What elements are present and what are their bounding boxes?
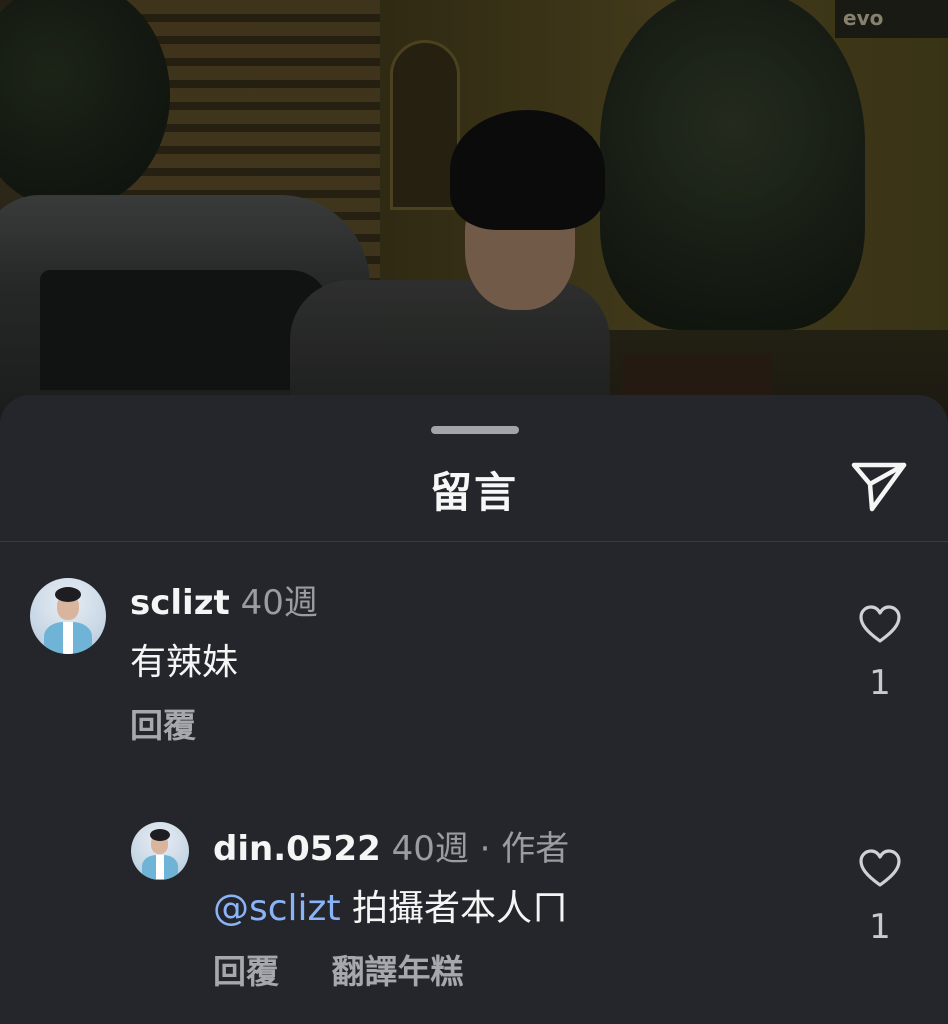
comment-text: 有辣妹 — [130, 642, 239, 683]
heart-outline-icon[interactable] — [858, 605, 902, 645]
comment-time: 40週 — [240, 583, 318, 623]
comment-item: sclizt 40週 有辣妹 回覆 1 — [0, 575, 948, 765]
author-tag: · 作者 — [479, 829, 570, 869]
heart-outline-icon[interactable] — [858, 849, 902, 889]
like-count: 1 — [869, 663, 891, 703]
avatar[interactable] — [30, 578, 106, 654]
dim-overlay — [0, 0, 948, 420]
comment-actions: 回覆 — [130, 699, 238, 747]
header-divider — [0, 541, 948, 542]
comment-text-line: @sclizt 拍攝者本人ㄇ — [213, 879, 568, 931]
sheet-title: 留言 — [429, 468, 518, 517]
comments-sheet: 留言 sclizt 40週 有辣妹 回覆 1 din.0522 40週 · 作者… — [0, 395, 948, 1024]
reply-comment-item: din.0522 40週 · 作者 @sclizt 拍攝者本人ㄇ 回覆 翻譯年糕… — [0, 815, 948, 1015]
avatar[interactable] — [131, 822, 189, 880]
translate-button[interactable]: 翻譯年糕 — [332, 952, 464, 991]
reply-button[interactable]: 回覆 — [213, 952, 279, 991]
comment-username[interactable]: sclizt — [130, 583, 230, 623]
comment-time: 40週 — [391, 829, 469, 869]
drag-handle[interactable] — [431, 426, 519, 434]
mention-link[interactable]: @sclizt — [213, 888, 341, 929]
post-photo-background: evo — [0, 0, 948, 420]
reply-button[interactable]: 回覆 — [130, 706, 196, 745]
paper-plane-icon[interactable] — [848, 457, 912, 513]
like-count: 1 — [869, 907, 891, 947]
comment-username[interactable]: din.0522 — [213, 829, 381, 869]
comment-header: sclizt 40週 — [130, 575, 318, 624]
comment-actions: 回覆 翻譯年糕 — [213, 945, 506, 993]
comment-text: 拍攝者本人ㄇ — [352, 888, 569, 929]
comment-header: din.0522 40週 · 作者 — [213, 821, 569, 870]
